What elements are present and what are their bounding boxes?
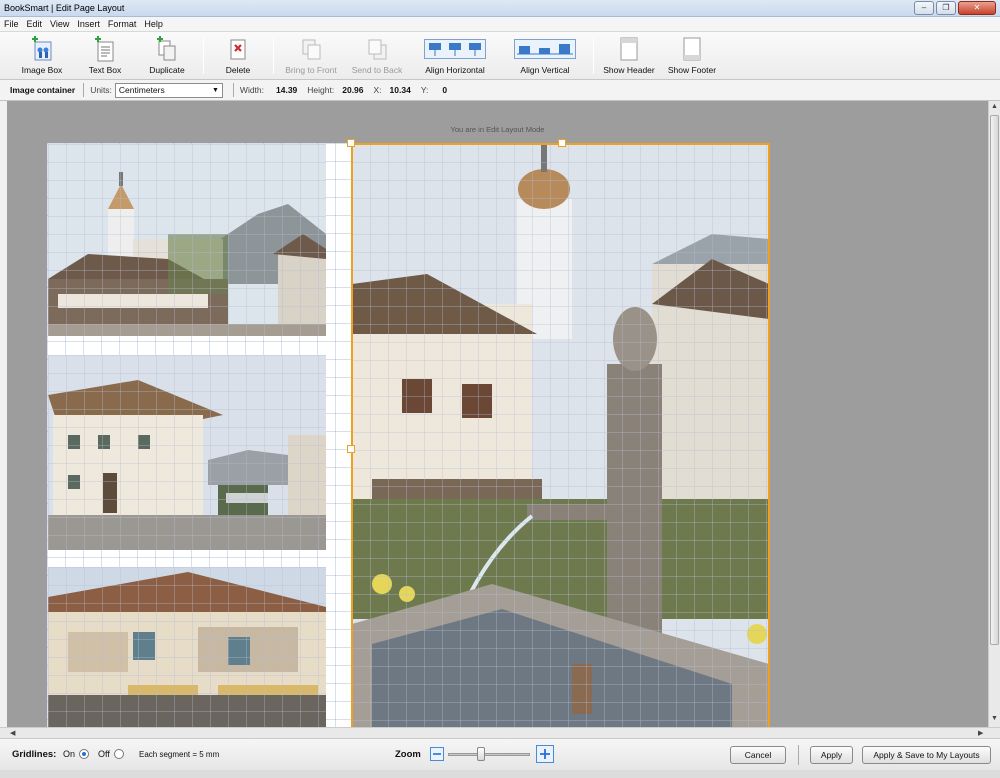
bring-to-front-button[interactable]: Bring to Front (283, 36, 339, 75)
align-vertical-button[interactable]: Align Vertical (512, 36, 578, 75)
apply-save-button[interactable]: Apply & Save to My Layouts (862, 746, 991, 764)
show-header-button[interactable]: Show Header (601, 36, 657, 75)
zoom-out-icon[interactable] (430, 747, 444, 761)
menu-edit[interactable]: Edit (23, 19, 47, 29)
scroll-thumb[interactable] (990, 115, 999, 645)
image-container-2[interactable] (48, 355, 326, 550)
show-footer-button[interactable]: Show Footer (666, 36, 718, 75)
toolbar: Image Box Text Box Duplicate Delete Brin… (0, 32, 1000, 80)
zoom-in-icon[interactable] (536, 745, 554, 763)
units-select[interactable]: Centimeters ▼ (114, 82, 223, 98)
height-label: Height: (307, 85, 335, 95)
send-to-back-button[interactable]: Send to Back (349, 36, 405, 75)
zoom-label: Zoom (395, 749, 421, 760)
toolbar-separator (203, 38, 204, 74)
y-value: 0 (442, 85, 448, 95)
duplicate-button[interactable]: Duplicate (146, 36, 188, 75)
book-page (47, 139, 770, 727)
show-header-icon (601, 36, 657, 62)
window-title: BookSmart | Edit Page Layout (4, 3, 125, 13)
selection-label: Image container (10, 85, 76, 95)
title-bar: BookSmart | Edit Page Layout – ❐ ✕ (0, 0, 1000, 17)
x-value: 10.34 (389, 85, 411, 95)
photo-fountain (352, 144, 769, 727)
resize-handle[interactable] (347, 445, 355, 453)
image-container-selected[interactable] (352, 144, 769, 727)
menu-view[interactable]: View (46, 19, 73, 29)
zoom-slider[interactable] (448, 747, 530, 761)
image-container-1[interactable] (48, 144, 326, 336)
horizontal-scrollbar[interactable]: ◀ ▶ (0, 727, 1000, 738)
send-to-back-icon (349, 36, 405, 62)
window-controls: – ❐ ✕ (914, 1, 996, 15)
close-icon[interactable]: ✕ (958, 1, 996, 15)
units-label: Units: (90, 85, 112, 95)
photo-storefront (48, 567, 326, 727)
gridlines-off-radio[interactable] (114, 749, 124, 759)
menu-insert[interactable]: Insert (73, 19, 104, 29)
toolbar-separator (273, 38, 274, 74)
zoom-slider-thumb[interactable] (477, 747, 485, 761)
vertical-scrollbar[interactable]: ▲ ▼ (988, 101, 1000, 727)
properties-bar: Image container Units: Centimeters ▼ Wid… (0, 80, 1000, 101)
gridlines-label: Gridlines: (12, 749, 57, 760)
menu-file[interactable]: File (0, 19, 23, 29)
menu-help[interactable]: Help (140, 19, 167, 29)
x-label: X: (373, 85, 382, 95)
gridlines-off-label: Off (98, 749, 110, 759)
divider (83, 83, 85, 97)
bring-to-front-icon (283, 36, 339, 62)
width-label: Width: (239, 85, 265, 95)
segment-note: Each segment = 5 mm (139, 750, 220, 759)
cancel-button[interactable]: Cancel (730, 746, 786, 764)
photo-painted-house (48, 355, 326, 550)
gridlines-on-label: On (63, 749, 76, 759)
resize-handle[interactable] (347, 139, 355, 147)
status-strip (0, 770, 1000, 778)
height-value: 20.96 (342, 85, 364, 95)
gridlines-on-radio[interactable] (79, 749, 89, 759)
photo-church-village (48, 144, 326, 336)
image-box-button[interactable]: Image Box (18, 36, 66, 75)
scroll-down-icon[interactable]: ▼ (991, 715, 998, 722)
apply-button[interactable]: Apply (810, 746, 853, 764)
layout-workspace: You are in Edit Layout Mode (7, 101, 988, 727)
units-value: Centimeters (118, 84, 165, 95)
text-box-icon (84, 36, 126, 62)
bottom-bar: Gridlines: On Off Each segment = 5 mm Zo… (0, 738, 1000, 770)
width-value: 14.39 (276, 85, 298, 95)
divider (798, 745, 799, 765)
align-horizontal-button[interactable]: Align Horizontal (420, 36, 490, 75)
divider (232, 83, 234, 97)
delete-button[interactable]: Delete (221, 36, 255, 75)
delete-icon (221, 36, 255, 62)
image-container-3[interactable] (48, 567, 326, 727)
show-footer-icon (666, 36, 718, 62)
menu-format[interactable]: Format (104, 19, 141, 29)
minimize-icon[interactable]: – (914, 1, 934, 15)
scroll-up-icon[interactable]: ▲ (991, 103, 998, 110)
toolbar-separator (593, 38, 594, 74)
chevron-down-icon: ▼ (211, 86, 219, 94)
align-vertical-icon (512, 36, 578, 62)
image-box-icon (18, 36, 66, 62)
duplicate-icon (146, 36, 188, 62)
edit-mode-note: You are in Edit Layout Mode (450, 125, 545, 134)
scroll-right-icon[interactable]: ▶ (978, 729, 983, 737)
resize-handle[interactable] (558, 139, 566, 147)
scroll-left-icon[interactable]: ◀ (10, 729, 15, 737)
y-label: Y: (420, 85, 429, 95)
maximize-icon[interactable]: ❐ (936, 1, 956, 15)
menu-bar: File Edit View Insert Format Help (0, 17, 1000, 32)
align-horizontal-icon (420, 36, 490, 62)
text-box-button[interactable]: Text Box (84, 36, 126, 75)
